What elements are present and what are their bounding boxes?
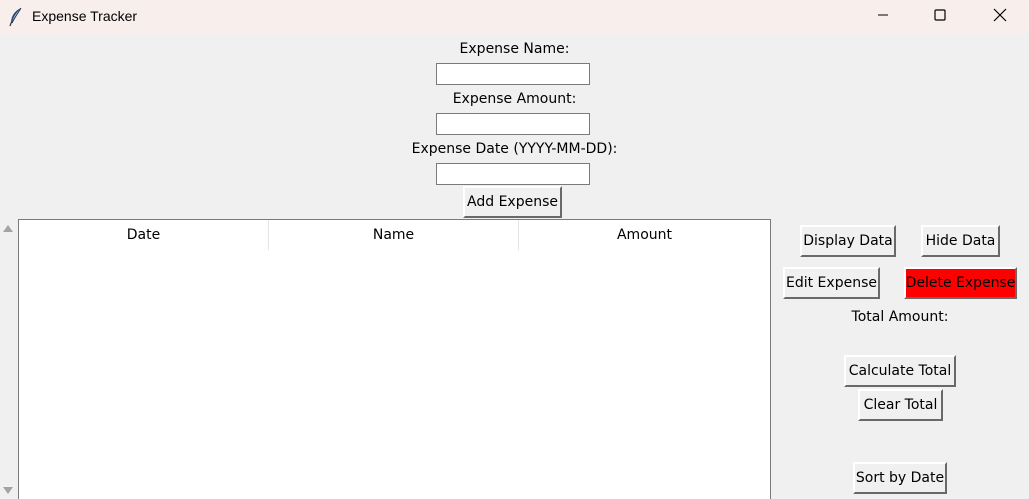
maximize-button[interactable] [917, 0, 963, 34]
feather-icon [8, 7, 24, 27]
edit-expense-button[interactable]: Edit Expense [783, 267, 880, 299]
hide-data-button[interactable]: Hide Data [921, 225, 1000, 257]
expense-amount-label: Expense Amount: [452, 91, 577, 107]
scroll-down-icon[interactable] [3, 487, 13, 494]
expense-name-label: Expense Name: [459, 41, 570, 57]
expense-table[interactable]: Date Name Amount [18, 219, 771, 499]
scroll-up-icon[interactable] [3, 225, 13, 232]
close-button[interactable] [977, 0, 1023, 34]
sort-by-date-button[interactable]: Sort by Date [853, 462, 947, 494]
window-title: Expense Tracker [32, 8, 138, 24]
table-scrollbar[interactable] [0, 219, 16, 499]
minimize-icon [877, 9, 889, 25]
table-header: Date Name Amount [19, 220, 770, 250]
maximize-icon [934, 9, 946, 25]
app-window: Expense Tracker Expense Name: Expense Am… [0, 0, 1029, 499]
minimize-button[interactable] [860, 0, 906, 34]
delete-expense-button[interactable]: Delete Expense [904, 267, 1017, 299]
calculate-total-button[interactable]: Calculate Total [844, 355, 956, 387]
expense-date-label: Expense Date (YYYY-MM-DD): [411, 141, 618, 157]
total-amount-label: Total Amount: [851, 309, 949, 325]
add-expense-button[interactable]: Add Expense [463, 186, 562, 218]
column-header-amount[interactable]: Amount [519, 220, 770, 250]
column-header-name[interactable]: Name [269, 220, 519, 250]
expense-date-input[interactable] [436, 163, 590, 185]
close-icon [993, 8, 1007, 26]
column-header-date[interactable]: Date [19, 220, 269, 250]
clear-total-button[interactable]: Clear Total [858, 389, 943, 421]
expense-name-input[interactable] [436, 63, 590, 85]
display-data-button[interactable]: Display Data [800, 225, 896, 257]
expense-amount-input[interactable] [436, 113, 590, 135]
title-bar[interactable]: Expense Tracker [0, 0, 1029, 34]
